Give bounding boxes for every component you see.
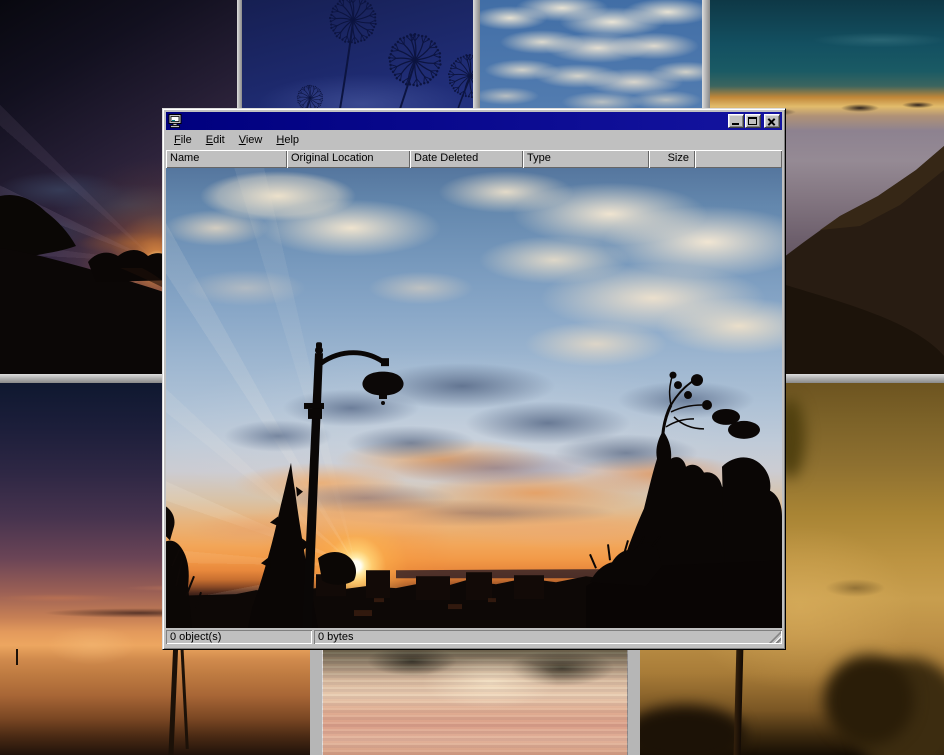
column-header-size[interactable]: Size [649,150,695,168]
menu-view[interactable]: View [232,132,270,148]
maximize-icon [748,117,757,125]
lake-pole-icon [180,643,189,749]
column-header-name[interactable]: Name [166,150,287,168]
menu-help[interactable]: Help [269,132,306,148]
close-button[interactable] [764,114,780,128]
window-icon [168,114,184,128]
menu-file[interactable]: File [167,132,199,148]
blurred-tree-mass [824,655,914,745]
column-header-row: Name Original Location Date Deleted Type… [166,150,782,168]
column-header-type[interactable]: Type [523,150,649,168]
minimize-button[interactable] [728,114,744,128]
folder-view-sunset-photo[interactable] [166,168,782,628]
status-object-count: 0 object(s) [166,630,312,644]
recycle-bin-window: File Edit View Help Name Original Locati… [162,108,786,650]
status-size: 0 bytes [314,630,782,644]
column-header-original-location[interactable]: Original Location [287,150,410,168]
desktop: File Edit View Help Name Original Locati… [0,0,944,755]
lake-pole-icon [168,636,178,755]
resize-grip[interactable] [769,631,781,643]
status-bar: 0 object(s) 0 bytes [166,628,782,646]
blurred-shadow [640,705,745,755]
window-controls [728,114,780,128]
maximize-button[interactable] [745,114,761,128]
title-bar[interactable] [166,112,782,130]
menu-bar: File Edit View Help [166,130,782,150]
minimize-icon [732,123,739,125]
water-ripples [322,645,628,755]
column-header-filler [695,150,782,168]
lake-stick-icon [16,649,18,665]
sunset-silhouettes [166,168,782,628]
column-header-date-deleted[interactable]: Date Deleted [410,150,523,168]
menu-edit[interactable]: Edit [199,132,232,148]
